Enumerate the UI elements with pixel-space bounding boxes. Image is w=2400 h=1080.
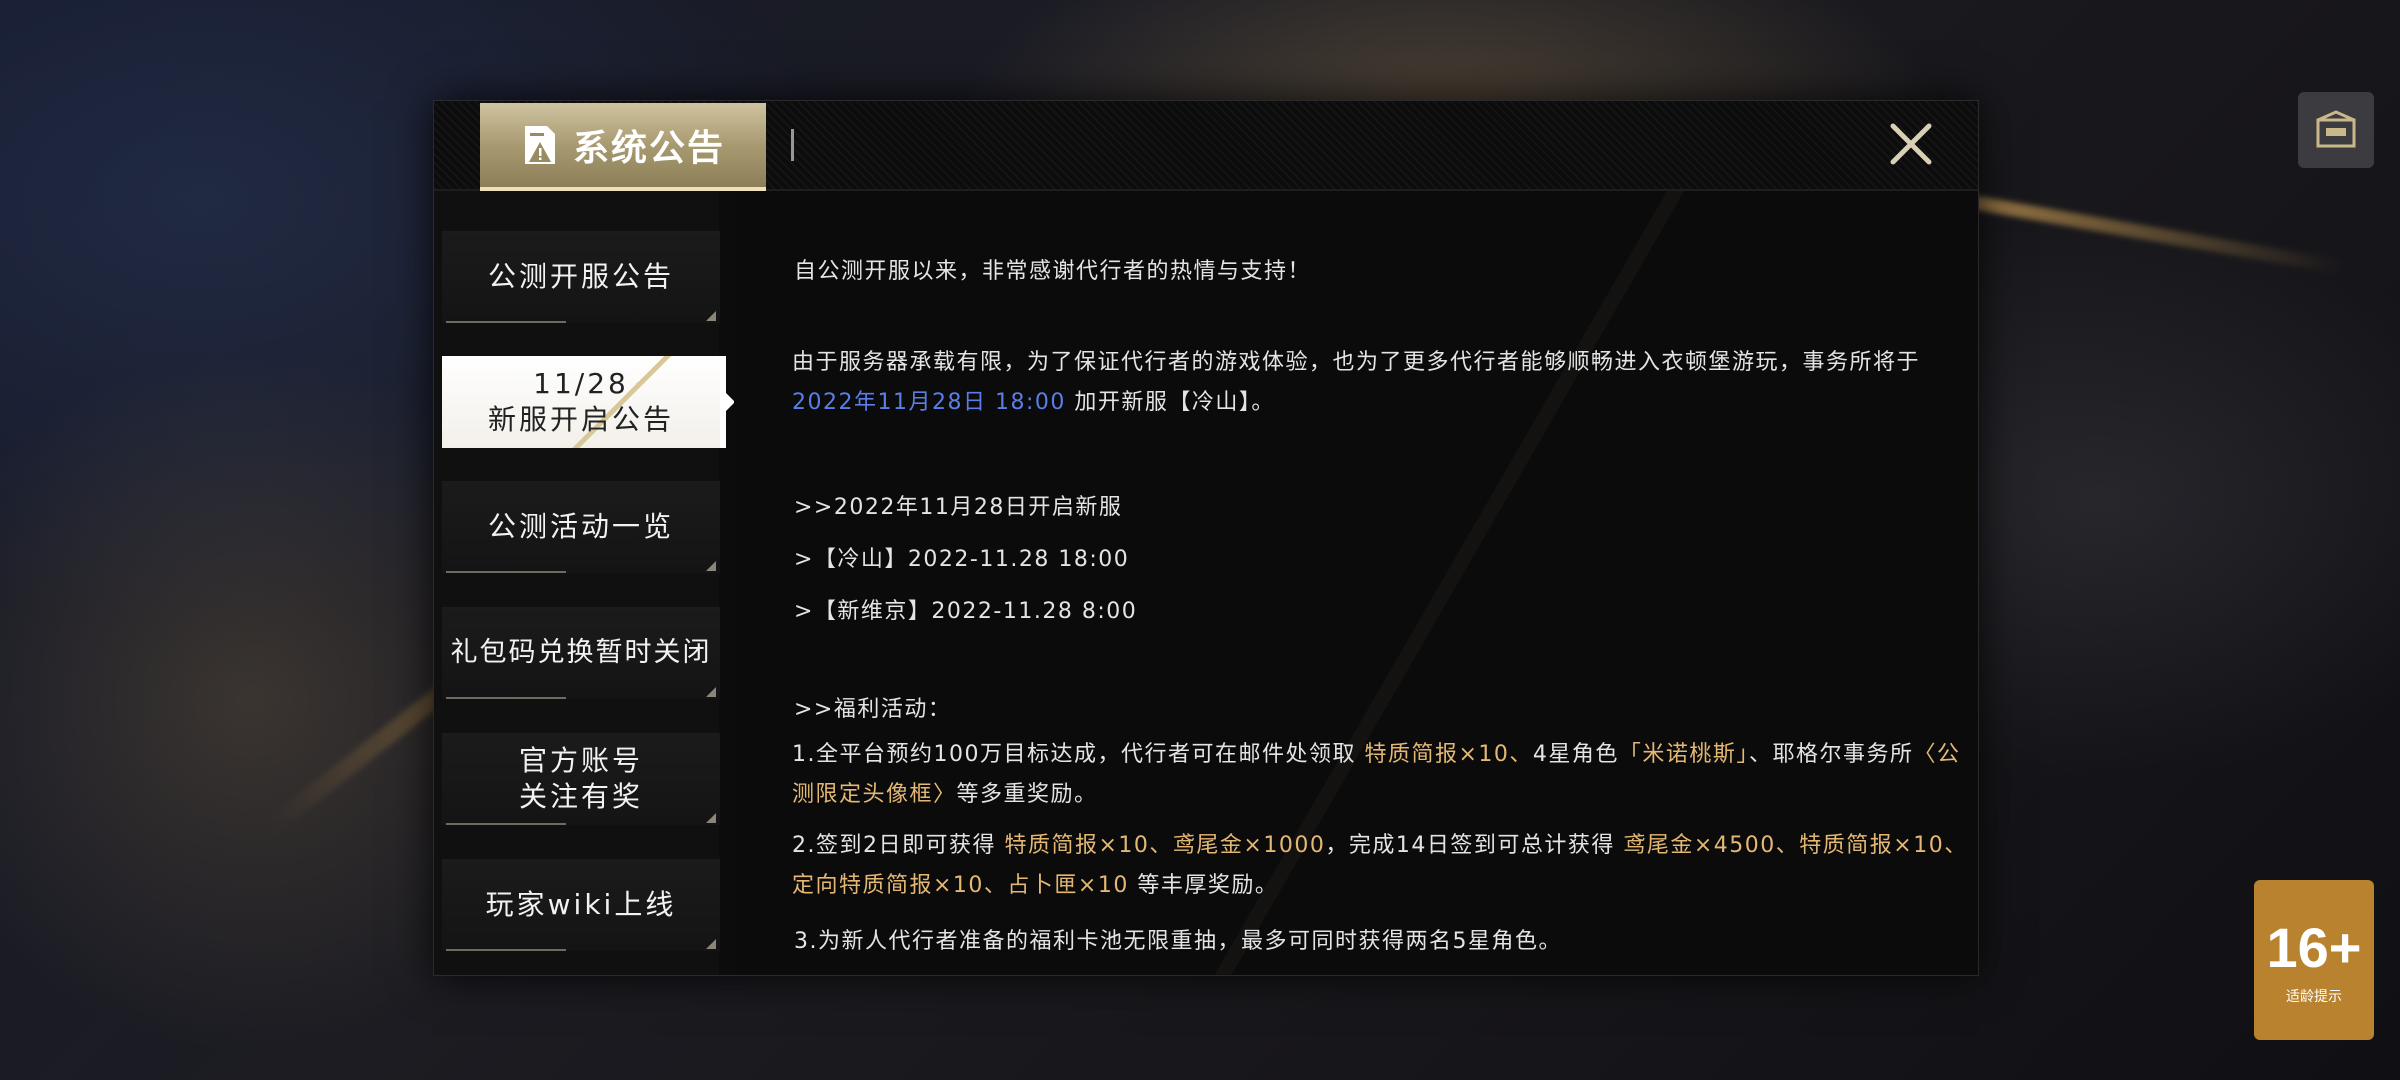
welfare-text: 等多重奖励。 [956, 782, 1098, 807]
corner-triangle [706, 939, 716, 949]
corner-triangle [706, 311, 716, 321]
corner-triangle [706, 561, 716, 571]
server-paragraph: 由于服务器承载有限，为了保证代行者的游戏体验，也为了更多代行者能够顺畅进入衣顿堡… [792, 343, 1972, 423]
welfare-text: ，完成14日签到可总计获得 [1325, 833, 1624, 858]
corner-triangle [706, 813, 716, 823]
welfare-text: 1.全平台预约100万目标达成，代行者可在邮件处领取 [792, 742, 1365, 767]
new-server-date: 2022年11月28日 18:00 [792, 390, 1066, 415]
reward-highlight: 特质简报×10、 [1364, 742, 1533, 767]
sidebar-item-label: 玩家wiki上线 [485, 888, 677, 921]
close-button[interactable] [1882, 115, 1940, 173]
intro-text: 自公测开服以来，非常感谢代行者的热情与支持！ [794, 259, 1312, 284]
age-rating-badge: 16+ 适龄提示 [2254, 880, 2374, 1040]
server-paragraph-text: 加开新服【冷山】。 [1065, 390, 1275, 415]
sidebar-item-events-overview[interactable]: 公测活动一览 [442, 481, 720, 573]
announcement-icon [524, 126, 555, 164]
server-paragraph-text: 由于服务器承载有限，为了保证代行者的游戏体验，也为了更多代行者能够顺畅进入衣顿堡… [792, 350, 1921, 375]
sidebar-item-label: 公测开服公告 [487, 260, 674, 293]
reward-highlight: 「米诺桃斯」 [1618, 742, 1749, 767]
welfare-text: 2.签到2日即可获得 [792, 833, 1005, 858]
open-line-lengshan: >【冷山】2022-11.28 18:00 [794, 547, 1130, 572]
sidebar-item-label: 公测活动一览 [487, 510, 674, 543]
sidebar-item-launch-notice[interactable]: 公测开服公告 [442, 231, 720, 323]
sidebar-item-new-server-notice[interactable]: 11/28 新服开启公告 [442, 356, 720, 448]
open-heading: >>2022年11月28日开启新服 [794, 495, 1123, 520]
mailbox-button[interactable] [2298, 92, 2374, 168]
welfare-text: 等丰厚奖励。 [1128, 873, 1279, 898]
sidebar-item-label: 礼包码兑换暂时关闭 [450, 637, 712, 668]
welfare-text: 、耶格尔事务所 [1748, 742, 1914, 767]
announcement-sidebar: 公测开服公告 11/28 新服开启公告 公测活动一览 礼包码兑换暂时关闭 官方账… [434, 191, 735, 975]
dialog-header: 系统公告 [434, 101, 1978, 191]
tab-system-announcement[interactable]: 系统公告 [480, 103, 766, 191]
welfare-item-2: 2.签到2日即可获得 特质简报×10、鸢尾金×1000，完成14日签到可总计获得… [792, 826, 1972, 906]
open-line-xinweijing: >【新维京】2022-11.28 8:00 [794, 599, 1138, 624]
sidebar-item-label-line2: 关注有奖 [518, 780, 643, 813]
corner-triangle [706, 687, 716, 697]
reward-highlight: 特质简报×10、鸢尾金×1000 [1004, 833, 1326, 858]
welfare-item-3: 3.为新人代行者准备的福利卡池无限重抽，最多可同时获得两名5星角色。 [794, 929, 1562, 954]
tab-title: 系统公告 [572, 128, 725, 169]
sidebar-item-wiki[interactable]: 玩家wiki上线 [442, 859, 720, 951]
welfare-heading: >>福利活动： [794, 697, 952, 722]
announcement-dialog: 系统公告 公测开服公告 11/28 新服开启公告 公测活动一览 礼包码兑换暂时关… [433, 100, 1979, 976]
welfare-text: 4星角色 [1532, 742, 1619, 767]
tab-divider [791, 129, 794, 161]
age-rating: 16+ [2266, 915, 2362, 979]
close-icon [1890, 123, 1932, 165]
sidebar-item-label-line1: 官方账号 [518, 744, 643, 777]
mailbox-icon [2316, 110, 2356, 148]
sidebar-item-label-line1: 11/28 [533, 367, 629, 400]
sidebar-item-label-line2: 新服开启公告 [487, 403, 674, 436]
sidebar-item-gift-code[interactable]: 礼包码兑换暂时关闭 [442, 607, 720, 699]
sidebar-item-official-account[interactable]: 官方账号 关注有奖 [442, 733, 720, 825]
age-rating-subtitle: 适龄提示 [2286, 988, 2342, 1005]
welfare-item-1: 1.全平台预约100万目标达成，代行者可在邮件处领取 特质简报×10、4星角色「… [792, 735, 1972, 815]
announcement-content: 自公测开服以来，非常感谢代行者的热情与支持！ 由于服务器承载有限，为了保证代行者… [734, 191, 1978, 975]
